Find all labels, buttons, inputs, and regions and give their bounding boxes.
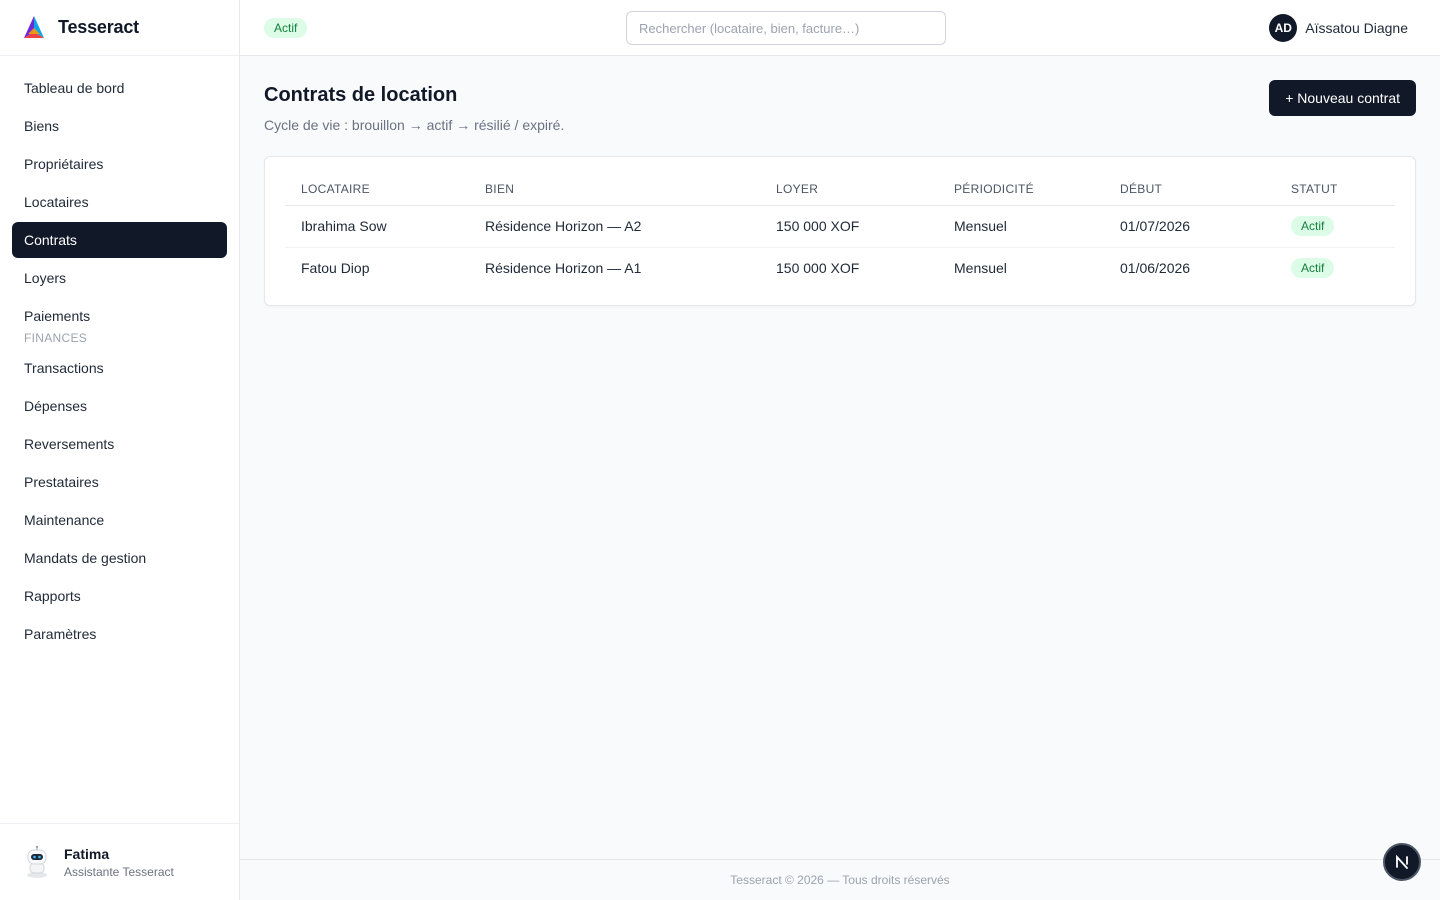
brand-name: Tesseract	[58, 17, 139, 37]
sidebar-item-loyers[interactable]: Loyers	[12, 260, 227, 296]
status-badge: Actif	[1291, 258, 1335, 279]
cell-periodicite: Mensuel	[954, 260, 1007, 277]
floating-n-button[interactable]	[1383, 843, 1421, 881]
sidebar-item-biens[interactable]: Biens	[12, 108, 227, 144]
cell-bien: Résidence Horizon — A2	[469, 205, 760, 248]
search-input[interactable]	[626, 11, 946, 45]
contracts-table-card: LOCATAIRE BIEN LOYER PÉRIODICITÉ DÉBUT S…	[264, 156, 1416, 306]
footer-text: Tesseract © 2026 — Tous droits réservés	[730, 873, 950, 887]
contracts-table: LOCATAIRE BIEN LOYER PÉRIODICITÉ DÉBUT S…	[285, 173, 1395, 289]
sidebar-section-finances: FINANCES	[24, 331, 88, 345]
assistant-panel[interactable]: Fatima Assistante Tesseract	[0, 823, 239, 900]
sidebar-item-prestataires[interactable]: Prestataires	[12, 464, 227, 500]
sidebar-item-tableau-de-bord[interactable]: Tableau de bord	[12, 70, 227, 106]
assistant-role: Assistante Tesseract	[64, 864, 174, 879]
brand[interactable]: Tesseract	[0, 0, 239, 56]
cell-statut: Actif	[1275, 205, 1395, 248]
topbar: Actif AD Aïssatou Diagne	[240, 0, 1440, 56]
sidebar-item-locataires[interactable]: Locataires	[12, 184, 227, 220]
cell-loyer: 150 000 XOF	[760, 205, 938, 248]
cell-periodicite: Mensuel	[938, 205, 1104, 248]
status-badge: Actif	[264, 18, 308, 38]
page-subtitle: Cycle de vie : brouillon → actif → résil…	[264, 117, 565, 133]
column-header-bien[interactable]: BIEN	[469, 173, 760, 206]
column-header-locataire[interactable]: LOCATAIRE	[285, 173, 469, 206]
cell-debut: 01/07/2026	[1104, 205, 1275, 248]
page-title: Contrats de location	[264, 84, 458, 106]
tesseract-logo-icon	[24, 15, 44, 38]
sidebar-item-rapports[interactable]: Rapports	[12, 578, 227, 614]
sidebar-nav: Tableau de bord Biens Propriétaires Loca…	[0, 56, 239, 652]
status-badge: Actif	[1291, 216, 1335, 236]
assistant-name: Fatima	[64, 845, 110, 862]
cell-statut: Actif	[1275, 247, 1395, 289]
sidebar-item-parametres[interactable]: Paramètres	[12, 616, 227, 652]
sidebar-item-transactions[interactable]: Transactions	[12, 350, 227, 386]
sidebar-item-proprietaires[interactable]: Propriétaires	[12, 146, 227, 182]
table-row[interactable]: Fatou Diop Résidence Horizon — A1 150 00…	[285, 247, 1395, 289]
column-header-loyer[interactable]: LOYER	[760, 173, 938, 206]
cell-locataire: Ibrahima Sow	[285, 205, 469, 248]
column-header-periodicite[interactable]: PÉRIODICITÉ	[938, 173, 1104, 206]
sidebar-item-mandats[interactable]: Mandats de gestion	[12, 540, 227, 576]
footer: Tesseract © 2026 — Tous droits réservés	[240, 859, 1440, 900]
sidebar-item-contrats[interactable]: Contrats	[12, 222, 227, 258]
sidebar-item-reversements[interactable]: Reversements	[12, 426, 227, 462]
new-contract-button[interactable]: + Nouveau contrat	[1269, 80, 1416, 116]
cell-locataire: Fatou Diop	[301, 260, 370, 277]
main-content: Contrats de location Cycle de vie : brou…	[264, 80, 1416, 306]
cell-debut: 01/06/2026	[1120, 260, 1191, 277]
table-row[interactable]: Ibrahima Sow Résidence Horizon — A2 150 …	[285, 205, 1395, 248]
sidebar-item-depenses[interactable]: Dépenses	[12, 388, 227, 424]
column-header-statut[interactable]: STATUT	[1275, 173, 1395, 206]
user-name: Aïssatou Diagne	[1305, 20, 1408, 36]
table-header-row: LOCATAIRE BIEN LOYER PÉRIODICITÉ DÉBUT S…	[285, 173, 1395, 206]
sidebar: Tesseract Tableau de bord Biens Propriét…	[0, 0, 240, 900]
cell-loyer: 150 000 XOF	[776, 260, 860, 277]
cell-bien: Résidence Horizon — A1	[485, 260, 642, 277]
n-logo-icon	[1396, 854, 1408, 869]
user-menu[interactable]: AD Aïssatou Diagne	[1269, 14, 1408, 42]
sidebar-item-maintenance[interactable]: Maintenance	[12, 502, 227, 538]
avatar: AD	[1269, 14, 1298, 42]
robot-icon	[27, 845, 47, 878]
column-header-debut[interactable]: DÉBUT	[1104, 173, 1275, 206]
